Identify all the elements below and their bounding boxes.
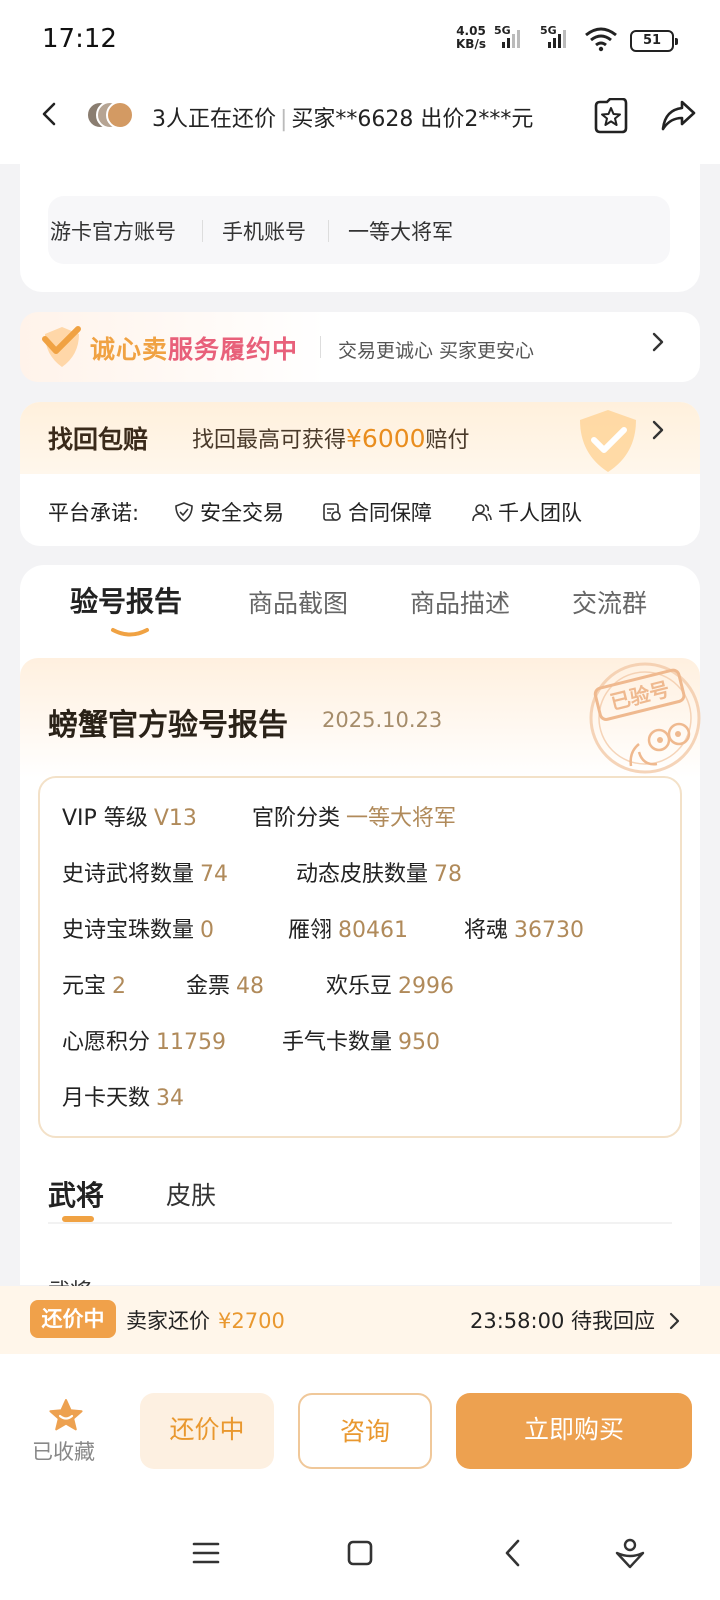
network-speed: 4.05 KB/s [456, 25, 486, 51]
header-title: 3人正在还价 | 买家**6628 出价2***元 [152, 107, 534, 132]
tab-screenshots[interactable]: 商品截图 [248, 584, 348, 620]
home-square-icon[interactable] [342, 1535, 378, 1571]
stat-wish-points: 心愿积分 11759 [62, 1030, 227, 1055]
signal-icon-sim1: 5G [494, 24, 526, 50]
recovery-title: 找回包赔 [48, 425, 149, 454]
stat-dynamic-skins: 动态皮肤数量 78 [296, 862, 463, 887]
subtab-skins[interactable]: 皮肤 [166, 1176, 216, 1212]
divider [320, 336, 321, 358]
report-date: 2025.10.23 [322, 708, 443, 732]
verified-stamp: 已验号 [583, 656, 703, 776]
stat-rank-class: 官阶分类 一等大将军 [252, 806, 457, 831]
active-subtab-indicator [62, 1216, 94, 1222]
promise-item-secure: 安全交易 [174, 497, 284, 527]
divider [328, 220, 329, 242]
promise-item-team: 千人团队 [472, 497, 582, 527]
account-tag: 一等大将军 [348, 220, 453, 244]
stat-epic-orbs: 史诗宝珠数量 0 [62, 918, 215, 943]
tab-description[interactable]: 商品描述 [410, 584, 510, 620]
platform-promise-label: 平台承诺: [48, 501, 140, 525]
network-speed-unit: KB/s [456, 37, 486, 51]
wifi-icon [584, 26, 618, 52]
back-icon[interactable] [496, 1535, 532, 1571]
subtab-divider [48, 1222, 672, 1224]
tab-inspection-report[interactable]: 验号报告 [70, 580, 182, 620]
buy-now-button[interactable]: 立即购买 [456, 1393, 692, 1469]
promise-item-contract: 合同保障 [322, 497, 432, 527]
check-shield-icon [42, 325, 82, 369]
favorite-star-icon[interactable] [592, 97, 630, 134]
stat-vip-level: VIP 等级 V13 [62, 806, 197, 831]
report-title: 螃蟹官方验号报告 [48, 708, 288, 743]
sincere-sell-title: 诚心卖服务履约中 [90, 335, 299, 364]
assistant-icon[interactable] [612, 1535, 648, 1571]
stat-epic-generals: 史诗武将数量 74 [62, 862, 229, 887]
chevron-right-icon[interactable] [668, 1310, 682, 1332]
menu-icon[interactable] [188, 1535, 224, 1571]
shield-check-icon [570, 406, 648, 476]
bidder-avatars [86, 101, 138, 131]
active-tab-indicator [110, 622, 150, 637]
generals-section-heading: 武将 [48, 1274, 128, 1286]
stat-yuanbao: 元宝 2 [62, 974, 127, 999]
counter-offer-badge: 还价中 [30, 1300, 116, 1338]
signal-icon-sim2: 5G [540, 24, 572, 50]
contract-icon [323, 503, 341, 521]
share-icon[interactable] [660, 98, 698, 134]
status-time: 17:12 [42, 24, 117, 54]
sincere-sell-subtitle: 交易更诚心 买家更安心 [338, 340, 535, 362]
counter-offer-text: 卖家还价 ¥2700 [126, 1309, 285, 1333]
battery-icon: 51 [630, 30, 678, 52]
counter-offer-price: ¥2700 [218, 1309, 285, 1333]
tab-group-chat[interactable]: 交流群 [572, 584, 647, 620]
stat-luck-cards: 手气卡数量 950 [282, 1030, 441, 1055]
account-tag: 手机账号 [222, 220, 306, 244]
back-arrow-icon[interactable] [38, 102, 62, 126]
favorited-label[interactable]: 已收藏 [32, 1436, 95, 1466]
stat-monthly-card-days: 月卡天数 34 [62, 1086, 185, 1111]
account-tag: 游卡官方账号 [50, 220, 176, 244]
stat-jianghun: 将魂 36730 [464, 918, 585, 943]
divider [202, 220, 203, 242]
stat-yanling: 雁翎 80461 [288, 918, 409, 943]
recovery-text: 找回最高可获得¥6000赔付 [192, 424, 470, 453]
bargain-count-text: 3人正在还价 [152, 107, 276, 132]
chevron-right-icon[interactable] [650, 330, 666, 354]
recovery-amount: ¥6000 [346, 424, 426, 453]
stat-gold-tickets: 金票 48 [186, 974, 265, 999]
consult-button[interactable]: 咨询 [298, 1393, 432, 1469]
team-icon [472, 504, 492, 522]
shield-icon [175, 502, 193, 522]
buyer-offer-text: 买家**6628 出价2***元 [291, 107, 534, 132]
counter-offer-button[interactable]: 还价中 [140, 1393, 274, 1469]
stat-happy-beans: 欢乐豆 2996 [326, 974, 455, 999]
subtab-generals[interactable]: 武将 [48, 1174, 104, 1214]
avatar [106, 101, 134, 129]
chevron-right-icon[interactable] [650, 418, 666, 442]
counter-offer-countdown: 23:58:00 待我回应 [470, 1309, 655, 1333]
favorited-star-icon[interactable] [48, 1398, 84, 1432]
